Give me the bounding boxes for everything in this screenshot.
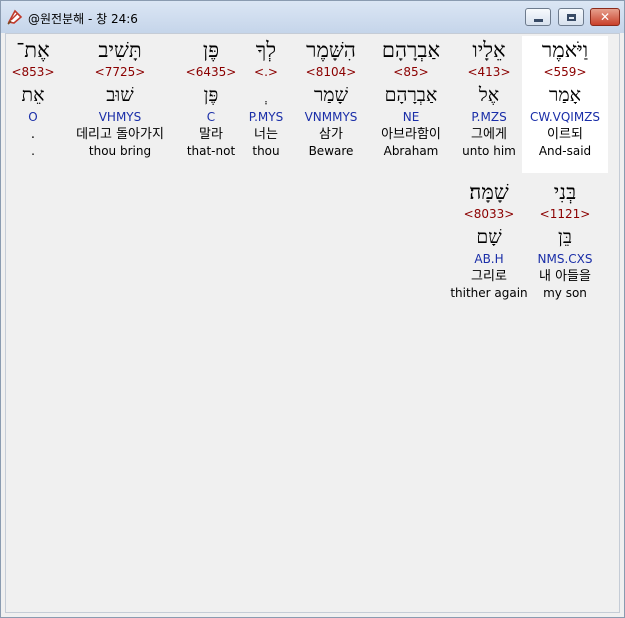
korean-gloss: 그리로: [471, 269, 507, 284]
hebrew-root: אָמַר: [549, 84, 581, 106]
parse-code: C: [206, 110, 216, 124]
english-gloss: thou bring: [88, 144, 152, 158]
hebrew-word: פֶּן: [202, 38, 220, 62]
word-cell[interactable]: וַיֹּאמֶר <559> אָמַר CW.VQIMZS 이르되 And-…: [522, 36, 608, 173]
word-cell[interactable]: תָּשִׁיב <7725> שׁוּב VHMYS 데리고 돌아가지 tho…: [62, 36, 178, 159]
english-gloss: thither again: [450, 286, 528, 300]
parse-code: CW.VQIMZS: [529, 110, 601, 124]
close-button[interactable]: ✕: [590, 8, 620, 26]
word-cell[interactable]: פֶּן <6435> פֶּן C 말라 that-not: [168, 36, 254, 159]
hebrew-word: אַבְרָהָם: [381, 38, 441, 62]
word-cell[interactable]: אֶת־ <853> אֵת O . .: [8, 36, 58, 159]
word-cell[interactable]: שָׁמָּה׃ <8033> שָׁם AB.H 그리로 thither ag…: [446, 178, 532, 301]
hebrew-root: שָׁם: [476, 226, 502, 248]
strong-number: <1121>: [539, 207, 591, 221]
app-window: @원전분해 - 창 24:6 ✕ וַיֹּאמֶר <559> אָמַר C…: [0, 0, 625, 618]
korean-gloss: .: [30, 127, 36, 142]
hebrew-word: אֵלָיו: [472, 38, 506, 62]
hebrew-word: בְּנִי: [553, 180, 577, 204]
word-cell[interactable]: אֵלָיו <413> אֶל P.MZS 그에게 unto him: [446, 36, 532, 159]
word-cell[interactable]: אַבְרָהָם <85> אַבְרָהָם NE 아브라함이 Abraha…: [368, 36, 454, 159]
hebrew-root: פֶּן: [203, 84, 219, 106]
english-gloss: unto him: [462, 144, 516, 158]
hebrew-word: וַיֹּאמֶר: [541, 38, 589, 62]
korean-gloss: 아브라함이: [381, 127, 441, 142]
english-gloss: .: [31, 144, 35, 158]
title-bar[interactable]: @원전분해 - 창 24:6 ✕: [1, 1, 624, 33]
korean-gloss: 데리고 돌아가지: [76, 127, 164, 142]
korean-gloss: 그에게: [471, 127, 507, 142]
english-gloss: And-said: [538, 144, 592, 158]
word-analysis-panel: וַיֹּאמֶר <559> אָמַר CW.VQIMZS 이르되 And-…: [5, 33, 620, 613]
hebrew-word: אֶת־: [16, 38, 50, 62]
hebrew-root: שׁוּב: [106, 84, 134, 106]
strong-number: <559>: [543, 65, 587, 79]
minimize-icon: [533, 18, 543, 22]
korean-gloss: 내 아들을: [539, 269, 591, 284]
word-cell[interactable]: בְּנִי <1121> בֵּן NMS.CXS 내 아들을 my son: [522, 178, 608, 301]
parse-code: O: [28, 110, 38, 124]
hebrew-word: תָּשִׁיב: [98, 38, 142, 62]
app-icon: [7, 9, 23, 25]
strong-number: <413>: [467, 65, 511, 79]
maximize-button[interactable]: [558, 8, 584, 26]
parse-code: NMS.CXS: [537, 252, 593, 266]
strong-number: <8033>: [463, 207, 515, 221]
minimize-button[interactable]: [525, 8, 551, 26]
korean-gloss: 말라: [199, 127, 223, 142]
hebrew-word: שָׁמָּה׃: [469, 180, 509, 204]
strong-number: <6435>: [185, 65, 237, 79]
parse-code: NE: [402, 110, 420, 124]
english-gloss: Abraham: [383, 144, 439, 158]
korean-gloss: 이르되: [547, 127, 583, 142]
parse-code: AB.H: [474, 252, 504, 266]
english-gloss: that-not: [186, 144, 236, 158]
close-icon: ✕: [599, 10, 611, 24]
strong-number: <7725>: [94, 65, 146, 79]
hebrew-root: בֵּן: [558, 226, 572, 248]
english-gloss: my son: [543, 286, 587, 300]
hebrew-root: אֶל: [478, 84, 500, 106]
strong-number: <85>: [393, 65, 429, 79]
hebrew-root: אַבְרָהָם: [384, 84, 438, 106]
strong-number: <853>: [11, 65, 55, 79]
parse-code: VHMYS: [98, 110, 142, 124]
window-title: @원전분해 - 창 24:6: [28, 12, 138, 26]
hebrew-root: אֵת: [21, 84, 45, 106]
maximize-icon: [566, 13, 576, 21]
parse-code: P.MZS: [471, 110, 507, 124]
